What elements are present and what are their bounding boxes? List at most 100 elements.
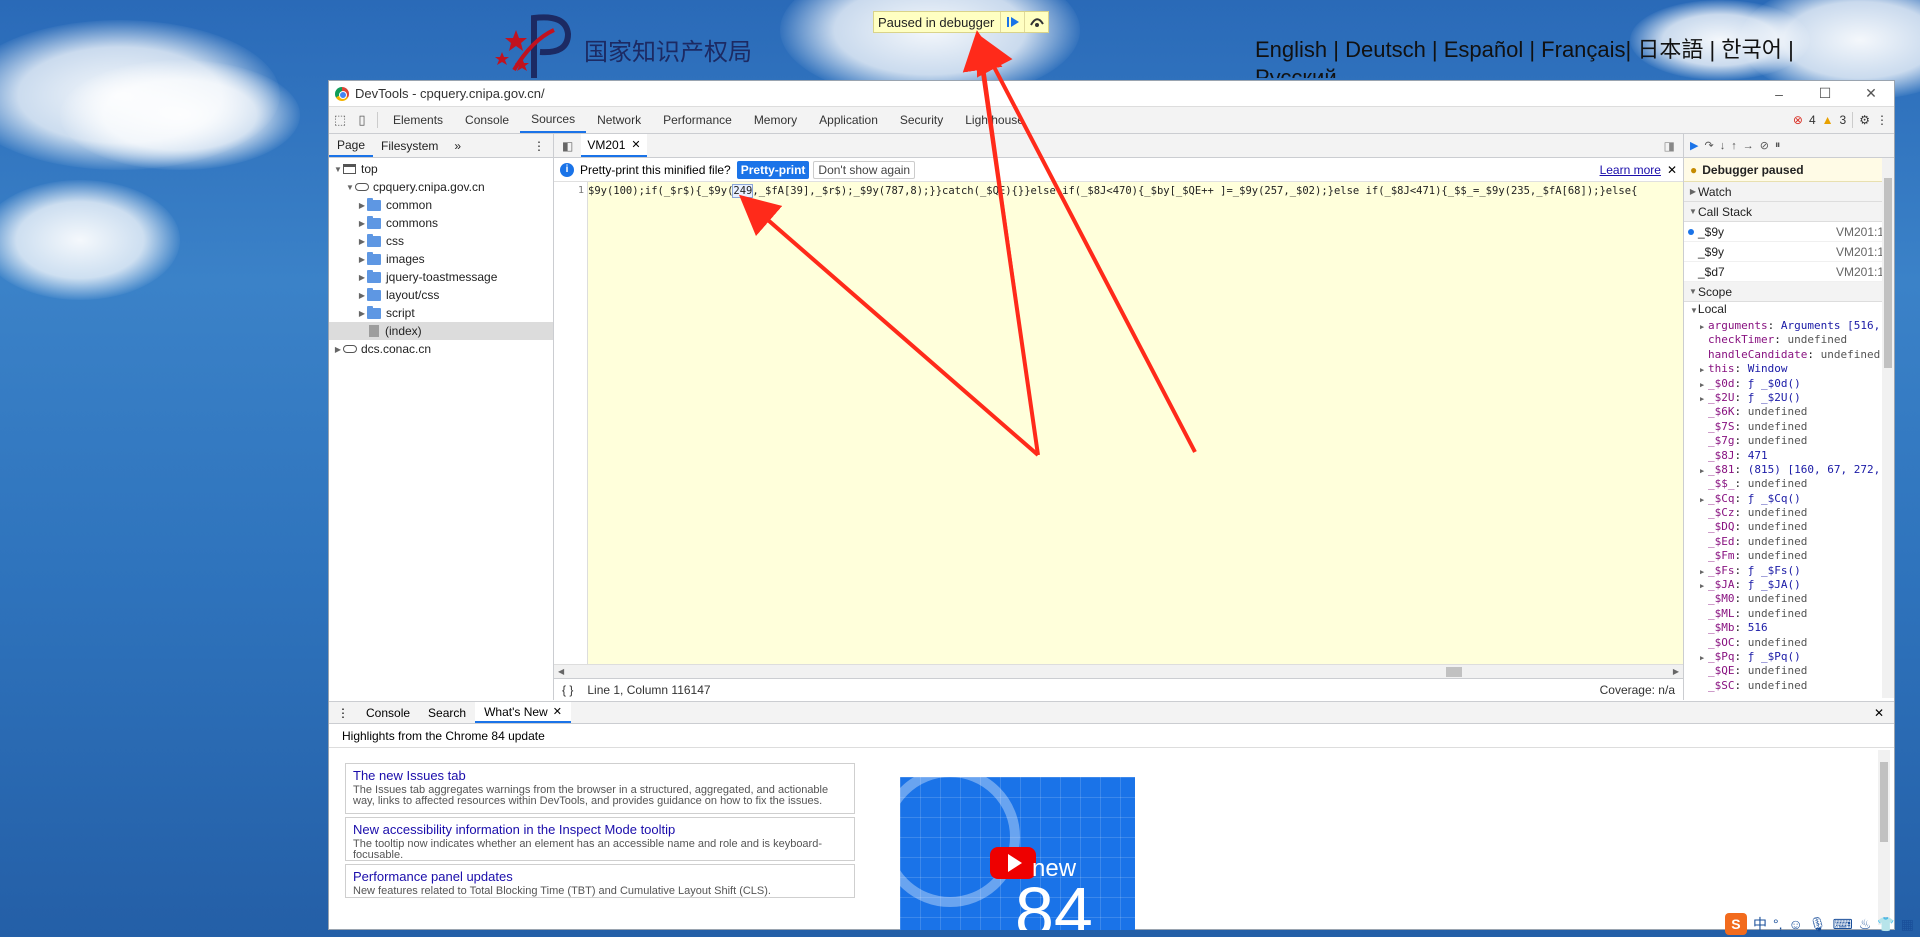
close-infobar-icon[interactable]: ✕ (1667, 163, 1677, 177)
expand-triangle-icon[interactable]: ▶ (1700, 378, 1708, 391)
scope-variable[interactable]: _$Ed: undefined (1690, 535, 1894, 549)
call-frame[interactable]: _$9y VM201:1 (1684, 242, 1894, 262)
step-into-icon[interactable]: ↓ (1720, 140, 1726, 152)
settings-gear-icon[interactable]: ⚙ (1859, 113, 1870, 127)
expand-triangle-icon[interactable]: ▶ (1700, 363, 1708, 376)
vertical-scrollbar[interactable] (1882, 158, 1894, 698)
expand-triangle-icon[interactable]: ▶ (1700, 493, 1708, 506)
microphone-icon[interactable]: 🎙 (1809, 916, 1827, 933)
punctuation-icon[interactable]: °, (1773, 916, 1783, 932)
scrollbar-thumb[interactable] (1880, 762, 1888, 842)
collapsed-triangle-icon[interactable]: ▶ (357, 309, 367, 318)
collapsed-triangle-icon[interactable]: ▶ (357, 255, 367, 264)
expanded-triangle-icon[interactable]: ▼ (345, 183, 355, 192)
scope-variable[interactable]: ▶ arguments: Arguments [516, … (1690, 319, 1894, 333)
language-links[interactable]: English | Deutsch | Español | Français| … (1255, 36, 1815, 78)
tree-item[interactable]: ▶ images (329, 250, 553, 268)
scroll-left-icon[interactable]: ◀ (558, 667, 564, 676)
whats-new-card[interactable]: The new Issues tab The Issues tab aggreg… (345, 763, 855, 814)
scope-section-header[interactable]: ▼ Scope (1684, 282, 1894, 302)
whats-new-card[interactable]: Performance panel updates New features r… (345, 864, 855, 898)
drawer-menu-icon[interactable]: ⋮ (329, 706, 357, 720)
drawer-scrollbar[interactable] (1878, 750, 1890, 925)
scope-variable[interactable]: _$7S: undefined (1690, 420, 1894, 434)
tab-performance[interactable]: Performance (652, 107, 743, 133)
drawer-tab-search[interactable]: Search (419, 702, 475, 723)
scope-variable[interactable]: _$Fm: undefined (1690, 549, 1894, 563)
skin-icon[interactable]: ♨ (1859, 916, 1872, 933)
card-title[interactable]: The new Issues tab (353, 768, 847, 783)
sogou-ime-icon[interactable]: S (1724, 913, 1747, 935)
scope-variable[interactable]: _$8J: 471 (1690, 449, 1894, 463)
line-number[interactable]: 1 (578, 185, 584, 196)
scope-variable[interactable]: ▶ _$Fs: ƒ _$Fs() (1690, 564, 1894, 578)
shirt-icon[interactable]: 👕 (1877, 916, 1894, 933)
deactivate-breakpoints-icon[interactable]: ⊘ (1760, 139, 1769, 152)
pretty-print-button[interactable]: Pretty-print (736, 160, 810, 179)
code-line[interactable]: $9y(100);if(_$r$){_$9y(249,_$fA[39],_$r$… (588, 182, 1683, 664)
expanded-triangle-icon[interactable]: ▼ (333, 165, 343, 174)
device-toolbar-icon[interactable]: ▯ (351, 109, 373, 131)
navigator-menu-icon[interactable]: ⋮ (533, 139, 553, 153)
scope-variable[interactable]: _$Cz: undefined (1690, 506, 1894, 520)
learn-more-link[interactable]: Learn more (1600, 163, 1661, 177)
inspect-element-icon[interactable]: ⬚ (329, 109, 351, 131)
tree-item[interactable]: ▶ commons (329, 214, 553, 232)
chrome-84-video-thumbnail[interactable]: new 84 (900, 777, 1135, 930)
grid-icon[interactable]: ▦ (1901, 916, 1914, 933)
collapsed-triangle-icon[interactable]: ▶ (333, 345, 343, 354)
tab-memory[interactable]: Memory (743, 107, 808, 133)
expand-triangle-icon[interactable]: ▶ (1700, 392, 1708, 405)
expand-triangle-icon[interactable]: ▶ (1700, 464, 1708, 477)
scope-variable[interactable]: ▶ _$JA: ƒ _$JA() (1690, 578, 1894, 592)
expand-triangle-icon[interactable]: ▶ (1700, 651, 1708, 664)
close-tab-icon[interactable]: ✕ (631, 138, 640, 151)
tree-item[interactable]: ▶ script (329, 304, 553, 322)
tab-sources[interactable]: Sources (520, 107, 587, 133)
warning-count[interactable]: 3 (1840, 113, 1847, 127)
scope-variable[interactable]: _$$_: undefined (1690, 477, 1894, 491)
tab-console[interactable]: Console (454, 107, 520, 133)
tree-item[interactable]: ▼ top (329, 160, 553, 178)
tab-elements[interactable]: Elements (382, 107, 454, 133)
step-icon[interactable]: → (1743, 140, 1754, 152)
tree-item[interactable]: ▼ cpquery.cnipa.gov.cn (329, 178, 553, 196)
tab-security[interactable]: Security (889, 107, 954, 133)
scope-variable[interactable]: ▶ _$Pq: ƒ _$Pq() (1690, 650, 1894, 664)
error-count-icon[interactable]: ⊗ (1793, 113, 1803, 127)
drawer-tab-console[interactable]: Console (357, 702, 419, 723)
step-over-icon[interactable]: ↷ (1704, 139, 1713, 152)
scope-variable[interactable]: _$M0: undefined (1690, 592, 1894, 606)
resume-icon[interactable] (1000, 12, 1024, 32)
scope-variable[interactable]: _$Mb: 516 (1690, 621, 1894, 635)
collapsed-triangle-icon[interactable]: ▶ (357, 201, 367, 210)
maximize-button[interactable]: ☐ (1802, 81, 1848, 106)
tree-item[interactable]: ▶ css (329, 232, 553, 250)
expand-triangle-icon[interactable]: ▶ (1700, 579, 1708, 592)
scope-variable[interactable]: checkTimer: undefined (1690, 333, 1894, 347)
line-gutter[interactable]: 1 (554, 182, 588, 664)
collapsed-triangle-icon[interactable]: ▶ (357, 273, 367, 282)
scope-variable[interactable]: ▶ this: Window (1690, 362, 1894, 376)
tree-item[interactable]: ▶ dcs.conac.cn (329, 340, 553, 358)
keyboard-icon[interactable]: ⌨ (1833, 916, 1853, 933)
watch-section-header[interactable]: ▶ Watch (1684, 182, 1894, 202)
more-tabs-icon[interactable]: » (446, 134, 469, 157)
minimize-button[interactable]: – (1756, 81, 1802, 106)
resume-icon[interactable]: ▶︎ (1690, 139, 1698, 152)
emoji-icon[interactable]: ☺ (1788, 916, 1802, 932)
tree-item[interactable]: ▶ layout/css (329, 286, 553, 304)
dont-show-again-button[interactable]: Don't show again (813, 160, 916, 179)
file-tab-vm201[interactable]: VM201 ✕ (581, 134, 647, 157)
call-frame[interactable]: _$d7 VM201:1 (1684, 262, 1894, 282)
tree-item[interactable]: ▶ jquery-toastmessage (329, 268, 553, 286)
local-scope-header[interactable]: ▼Local (1690, 302, 1894, 319)
scope-variable[interactable]: _$6K: undefined (1690, 405, 1894, 419)
scope-variable[interactable]: _$DQ: undefined (1690, 520, 1894, 534)
expand-triangle-icon[interactable]: ▶ (1700, 565, 1708, 578)
tab-page[interactable]: Page (329, 134, 374, 157)
format-braces-icon[interactable]: { } (562, 683, 573, 697)
expand-triangle-icon[interactable]: ▶ (1700, 320, 1708, 333)
scope-variable[interactable]: handleCandidate: undefined (1690, 348, 1894, 362)
collapsed-triangle-icon[interactable]: ▶ (357, 219, 367, 228)
